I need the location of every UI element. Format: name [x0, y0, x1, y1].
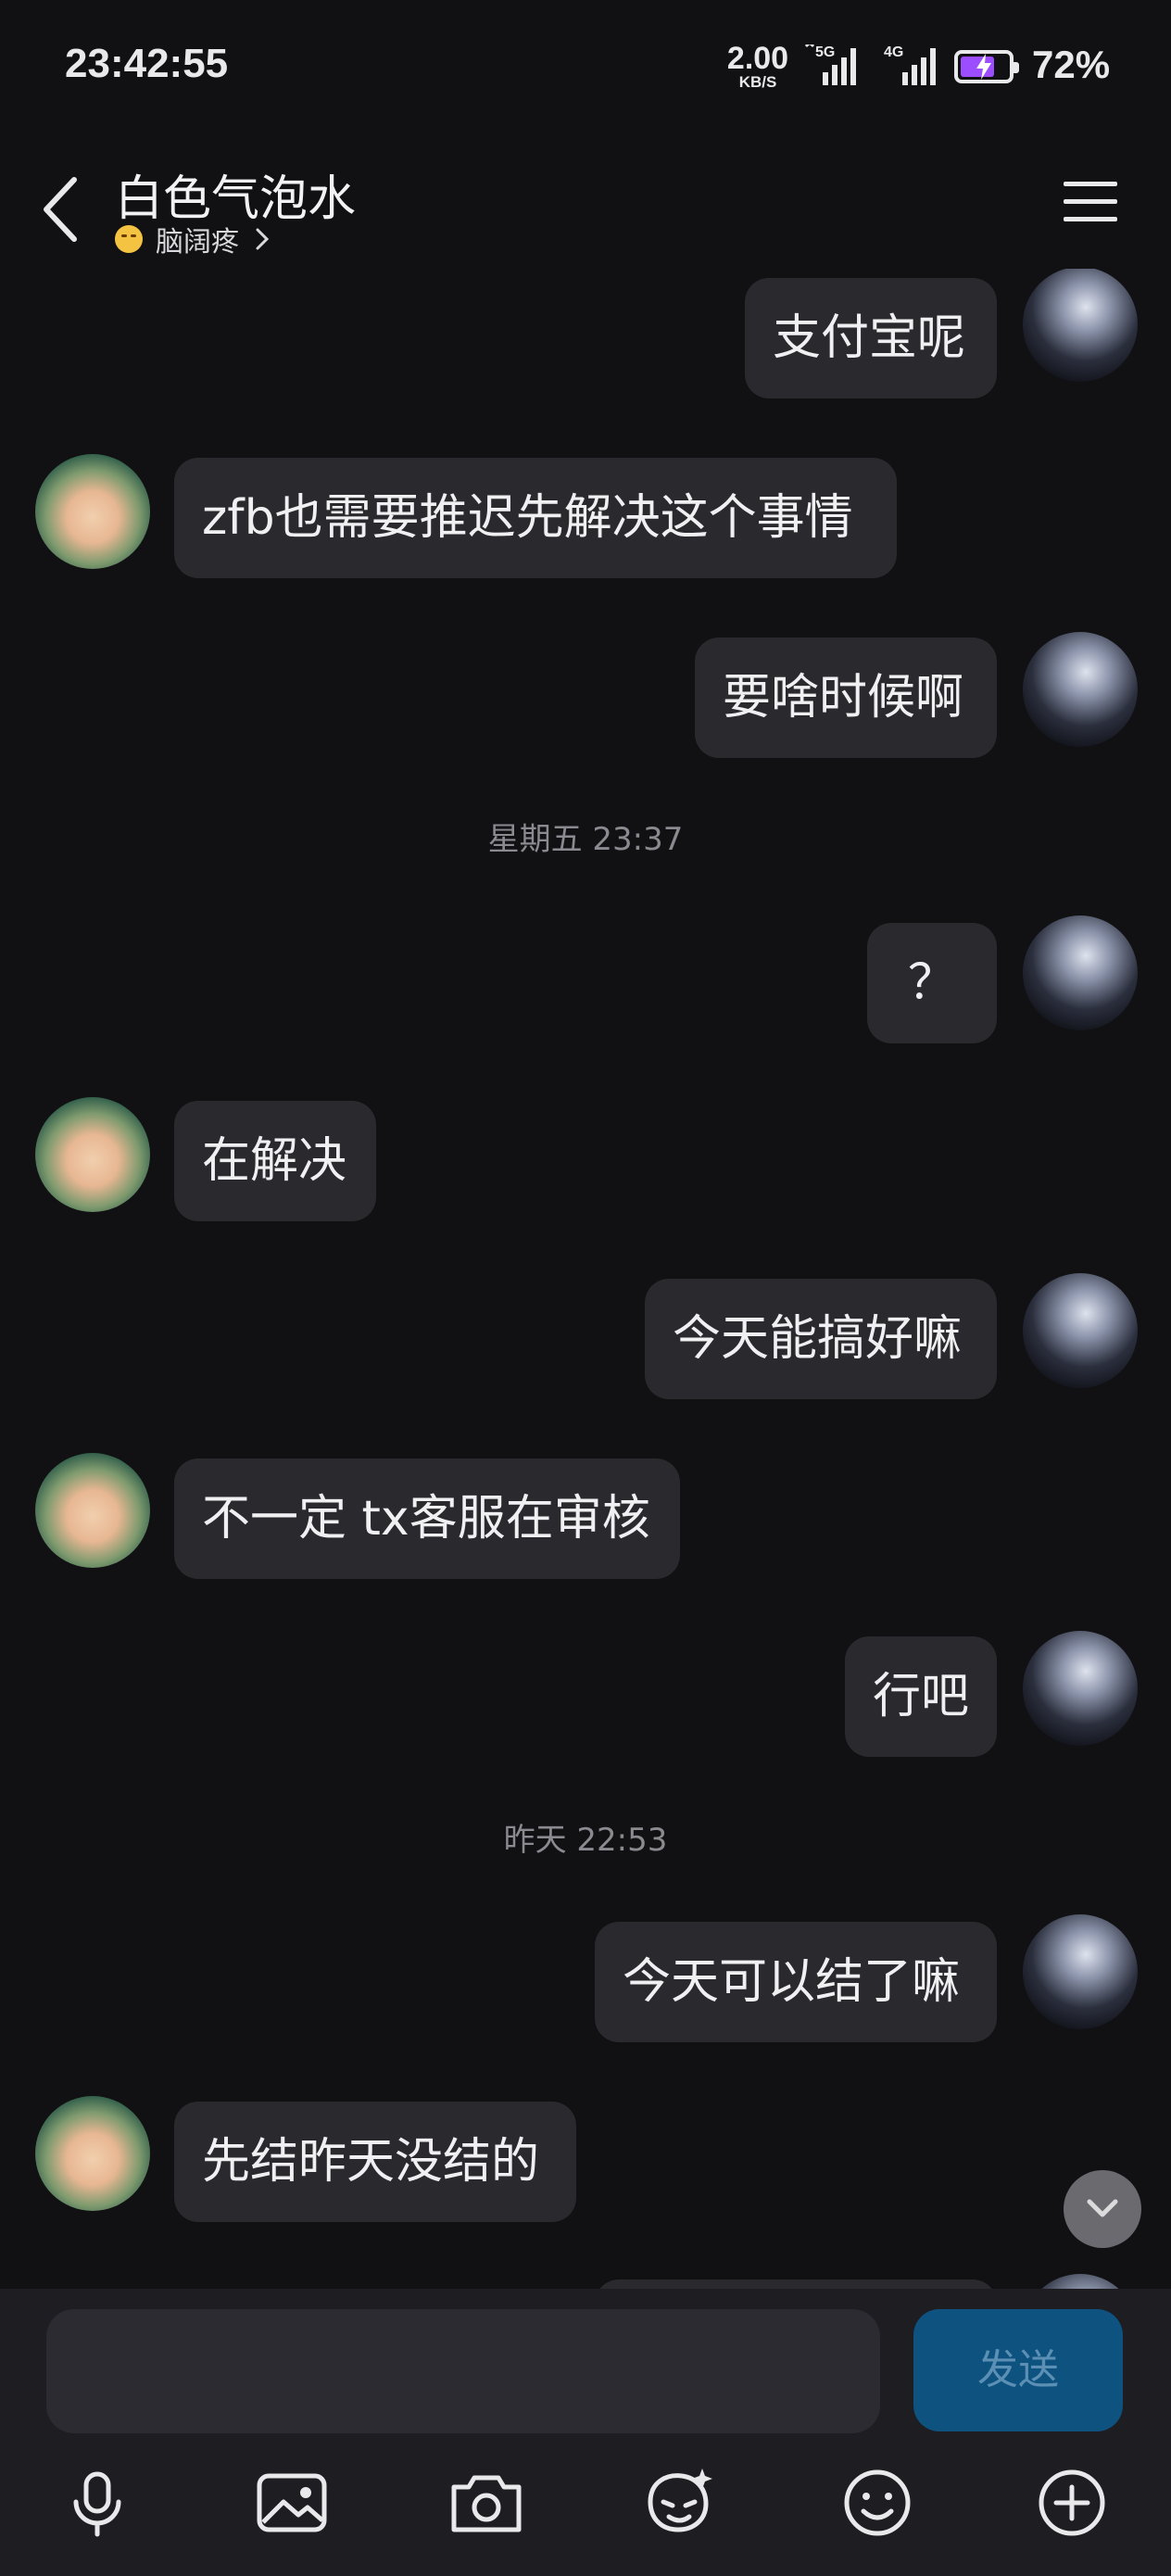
contact-status[interactable]: 脑阔疼 — [115, 219, 272, 259]
battery-cap — [1014, 62, 1019, 73]
avatar[interactable] — [35, 2096, 150, 2211]
charging-bolt-icon — [976, 54, 991, 80]
avatar[interactable] — [1023, 1631, 1138, 1746]
chat-toolbar — [0, 2437, 1171, 2576]
message-bubble[interactable]: ？ — [867, 923, 997, 1043]
avatar[interactable] — [1023, 2274, 1138, 2289]
avatar[interactable] — [35, 1453, 150, 1568]
emoji-icon — [115, 225, 143, 253]
message-bubble[interactable]: zfb也需要推迟先解决这个事情 — [174, 458, 897, 578]
status-time: 23:42:55 — [65, 41, 229, 86]
avatar[interactable] — [35, 1097, 150, 1212]
avatar[interactable] — [1023, 632, 1138, 747]
battery-icon — [954, 50, 1019, 83]
avatar[interactable] — [1023, 1273, 1138, 1388]
message-bubble[interactable]: 要啥时候啊 — [695, 638, 997, 758]
message-bubble[interactable]: 今天可以结了嘛 — [595, 1922, 997, 2042]
message-bubble-partial[interactable] — [595, 2279, 997, 2289]
send-button[interactable]: 发送 — [913, 2309, 1123, 2431]
plus-icon[interactable] — [1030, 2461, 1114, 2544]
status-text: 脑阔疼 — [156, 226, 239, 259]
timestamp: 昨天 22:53 — [503, 1822, 668, 1859]
sticker-icon[interactable] — [637, 2461, 721, 2544]
message-list[interactable]: 支付宝呢 zfb也需要推迟先解决这个事情 要啥时候啊 星期五 23:37 ？ 在… — [0, 269, 1171, 2289]
camera-icon[interactable] — [445, 2461, 528, 2544]
avatar[interactable] — [35, 454, 150, 569]
status-bar: 23:42:55 2.00 KB/S 5G 4G 72% — [0, 0, 1171, 139]
scroll-to-bottom-button[interactable] — [1064, 2170, 1141, 2248]
input-bar: 发送 — [0, 2289, 1171, 2437]
battery-percent: 72% — [1032, 43, 1111, 86]
menu-icon[interactable] — [1062, 178, 1119, 226]
timestamp: 星期五 23:37 — [487, 821, 684, 858]
network-speed-value: 2.00 — [726, 41, 789, 76]
network-speed: 2.00 KB/S — [721, 43, 795, 91]
avatar[interactable] — [1023, 269, 1138, 382]
message-bubble[interactable]: 行吧 — [845, 1636, 997, 1757]
message-bubble[interactable]: 在解决 — [174, 1101, 376, 1221]
chat-header: 白色气泡水 脑阔疼 — [0, 139, 1171, 269]
smiley-icon[interactable] — [836, 2461, 919, 2544]
message-bubble[interactable]: 不一定 tx客服在审核 — [174, 1458, 680, 1579]
network-speed-unit: KB/S — [738, 73, 777, 91]
avatar[interactable] — [1023, 1914, 1138, 2029]
chevron-down-icon — [1087, 2199, 1118, 2217]
microphone-icon[interactable] — [56, 2461, 139, 2544]
message-bubble[interactable]: 先结昨天没结的 — [174, 2102, 576, 2222]
chevron-right-icon — [256, 228, 270, 250]
message-bubble[interactable]: 支付宝呢 — [745, 278, 997, 398]
avatar[interactable] — [1023, 915, 1138, 1030]
message-input[interactable] — [46, 2309, 880, 2433]
back-icon[interactable] — [37, 172, 93, 246]
image-icon[interactable] — [250, 2461, 334, 2544]
message-bubble[interactable]: 今天能搞好嘛 — [645, 1279, 997, 1399]
